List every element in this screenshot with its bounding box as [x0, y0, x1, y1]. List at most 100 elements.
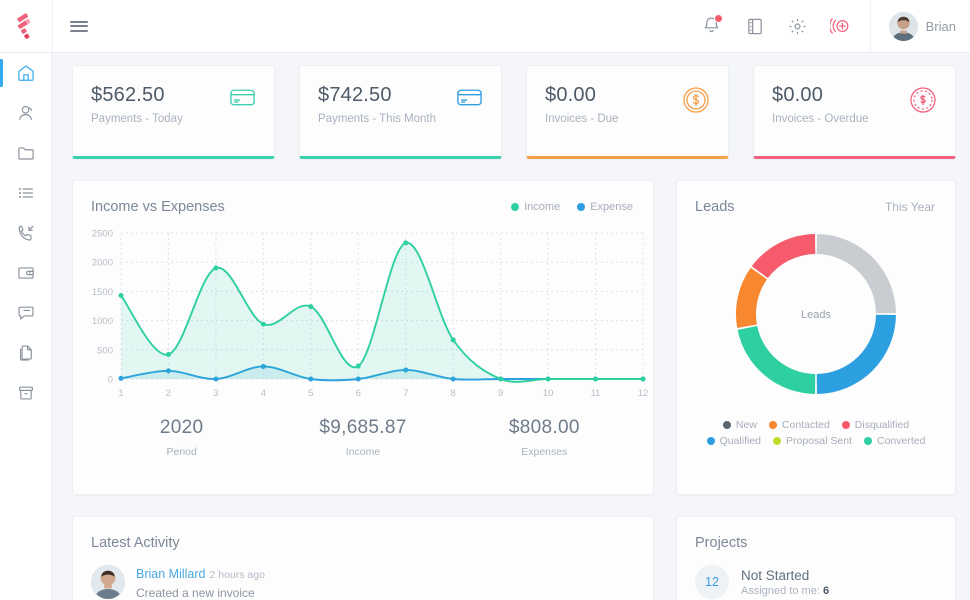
svg-text:12: 12: [638, 388, 649, 399]
summary-income: $9,685.87 Income: [272, 417, 453, 458]
sidebar-item-documents[interactable]: [0, 333, 52, 373]
leads-period-label: This Year: [885, 200, 935, 214]
sidebar-item-tasks[interactable]: [0, 173, 52, 213]
donut-segment[interactable]: [752, 234, 815, 278]
svg-text:2: 2: [166, 388, 171, 399]
legend-label: Converted: [877, 435, 925, 447]
stat-card-invoices-due[interactable]: $0.00 Invoices - Due: [526, 65, 729, 159]
donut-segment[interactable]: [738, 326, 816, 394]
donut-segment[interactable]: [817, 234, 896, 313]
app-logo[interactable]: [0, 0, 53, 53]
main-content: $562.50 Payments - Today $742.50 Payment…: [52, 53, 970, 600]
list-icon: [16, 183, 36, 203]
panel-title: Leads: [695, 199, 735, 215]
leads-donut-chart[interactable]: Leads: [677, 221, 955, 407]
svg-text:5: 5: [308, 388, 313, 399]
user-menu[interactable]: Brian: [870, 0, 970, 53]
contacts-icon: [16, 103, 36, 123]
svg-text:1500: 1500: [92, 287, 113, 298]
leads-panel: Leads This Year Leads New Contacted Disq…: [676, 180, 956, 495]
legend-swatch-icon: [769, 421, 777, 429]
project-assigned-count: 6: [823, 585, 829, 597]
stat-label: Payments - Today: [91, 113, 183, 125]
legend-item-expense[interactable]: Expense: [577, 201, 633, 213]
sidebar-item-messages[interactable]: [0, 293, 52, 333]
chat-icon: [16, 303, 36, 323]
chart-svg: 05001000150020002500123456789101112: [73, 223, 655, 403]
svg-text:0: 0: [108, 375, 113, 386]
donut-svg: Leads: [723, 221, 909, 407]
legend-item-new[interactable]: New: [723, 419, 757, 431]
donut-segment[interactable]: [817, 315, 896, 394]
svg-text:8: 8: [451, 388, 456, 399]
sidebar-item-dashboard[interactable]: [0, 53, 52, 93]
legend-swatch-icon: [707, 437, 715, 445]
gear-glyph: [788, 17, 807, 36]
svg-text:7: 7: [403, 388, 408, 399]
stat-text-group: $562.50 Payments - Today: [91, 84, 183, 125]
leads-legend: New Contacted Disqualified Qualified Pro…: [677, 419, 955, 447]
summary-expenses: $808.00 Expenses: [454, 417, 635, 458]
income-panel-header: Income vs Expenses Income Expense: [73, 181, 653, 215]
income-expenses-chart[interactable]: 05001000150020002500123456789101112: [73, 223, 655, 403]
legend-label: Qualified: [720, 435, 761, 447]
sidebar-item-contacts[interactable]: [0, 93, 52, 133]
project-count-badge: 12: [695, 565, 729, 599]
credit-card-icon: [229, 86, 256, 113]
sidebar-item-calls[interactable]: [0, 213, 52, 253]
legend-item-contacted[interactable]: Contacted: [769, 419, 830, 431]
legend-swatch-icon: [842, 421, 850, 429]
notes-glyph: [746, 17, 764, 36]
stat-label: Payments - This Month: [318, 113, 436, 125]
folder-icon: [16, 143, 36, 163]
settings-icon[interactable]: [785, 13, 811, 39]
legend-item-converted[interactable]: Converted: [864, 435, 925, 447]
project-assigned: Assigned to me: 6: [741, 585, 829, 597]
legend-label: New: [736, 419, 757, 431]
sidebar-item-payments[interactable]: [0, 253, 52, 293]
donut-segment[interactable]: [736, 268, 767, 328]
activity-user[interactable]: Brian Millard: [136, 567, 205, 581]
svg-text:3: 3: [213, 388, 218, 399]
activity-panel-header: Latest Activity: [73, 517, 653, 551]
svg-text:6: 6: [356, 388, 361, 399]
sidebar-item-archive[interactable]: [0, 373, 52, 413]
analytics-row: Income vs Expenses Income Expense 050010…: [72, 180, 956, 495]
stat-value: $562.50: [91, 84, 183, 107]
app-logo-icon: [13, 13, 39, 39]
legend-item-proposal-sent[interactable]: Proposal Sent: [773, 435, 852, 447]
stat-text-group: $0.00 Invoices - Overdue: [772, 84, 869, 125]
wallet-icon: [16, 263, 36, 283]
legend-item-income[interactable]: Income: [511, 201, 560, 213]
avatar-image: [91, 565, 125, 599]
archive-icon: [16, 383, 36, 403]
svg-text:4: 4: [261, 388, 266, 399]
stat-card-payments-today[interactable]: $562.50 Payments - Today: [72, 65, 275, 159]
stat-card-payments-month[interactable]: $742.50 Payments - This Month: [299, 65, 502, 159]
legend-item-qualified[interactable]: Qualified: [707, 435, 761, 447]
legend-swatch-icon: [511, 203, 519, 211]
notification-badge: [714, 14, 723, 23]
avatar-image: [889, 12, 918, 41]
notifications-icon[interactable]: [699, 13, 725, 39]
activity-time: 2 hours ago: [209, 569, 264, 581]
project-status-title: Not Started: [741, 568, 829, 583]
quick-add-icon[interactable]: [828, 13, 854, 39]
menu-toggle[interactable]: [53, 0, 105, 53]
sidebar-item-files[interactable]: [0, 133, 52, 173]
donut-center-label: Leads: [801, 309, 831, 321]
stat-value: $742.50: [318, 84, 436, 107]
legend-label: Contacted: [782, 419, 830, 431]
credit-card-glyph: [456, 86, 483, 108]
legend-swatch-icon: [864, 437, 872, 445]
list-item[interactable]: 12 Not Started Assigned to me: 6: [677, 551, 955, 599]
stat-card-invoices-overdue[interactable]: $0.00 Invoices - Overdue: [753, 65, 956, 159]
coin-icon: [682, 86, 710, 119]
legend-label: Expense: [590, 201, 633, 213]
notes-icon[interactable]: [742, 13, 768, 39]
summary-value: 2020: [91, 417, 272, 439]
list-item[interactable]: Brian Millard2 hours ago Created a new i…: [73, 551, 653, 600]
legend-item-disqualified[interactable]: Disqualified: [842, 419, 909, 431]
income-expenses-panel: Income vs Expenses Income Expense 050010…: [72, 180, 654, 495]
top-header: Brian: [0, 0, 970, 53]
